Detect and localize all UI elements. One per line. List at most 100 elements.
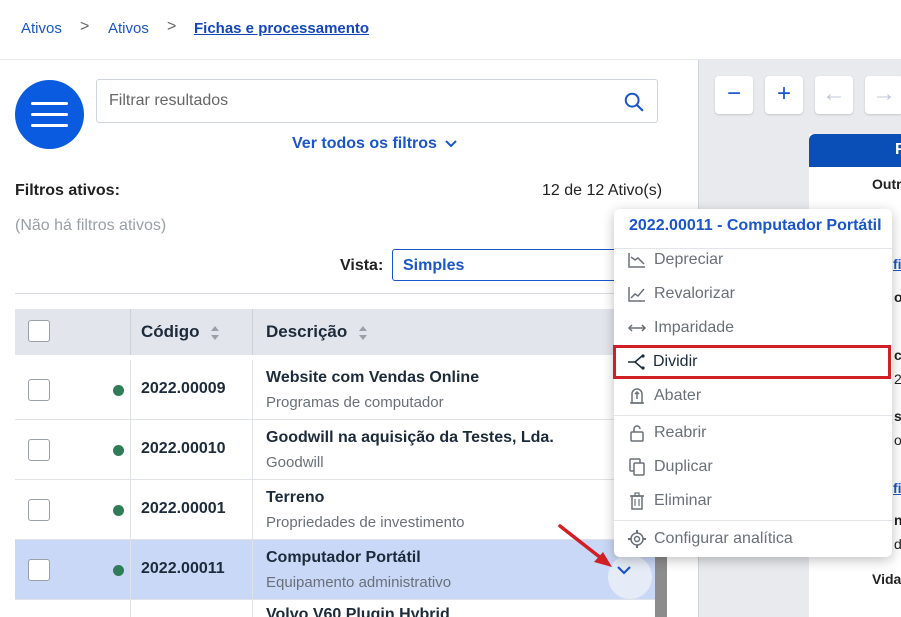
asset-description: Computador Portátil	[266, 549, 421, 566]
column-divider	[130, 360, 131, 419]
menu-item-duplicar[interactable]: Duplicar	[614, 450, 892, 484]
document-text: Outr	[872, 176, 901, 192]
hamburger-line	[31, 124, 68, 127]
row-checkbox[interactable]	[28, 559, 50, 581]
column-divider	[252, 420, 253, 479]
hamburger-menu-button[interactable]	[15, 80, 84, 149]
column-divider	[252, 600, 253, 617]
next-page-button[interactable]: →	[865, 76, 901, 114]
document-text: se	[894, 408, 901, 424]
zoom-out-button[interactable]: −	[715, 76, 753, 114]
trash-icon	[630, 492, 644, 510]
document-text: de	[894, 536, 901, 552]
asset-description: Terreno	[266, 489, 325, 506]
menu-item-label: Abater	[654, 387, 702, 404]
menu-item-eliminar[interactable]: Eliminar	[614, 484, 892, 518]
revalue-chart-icon	[628, 287, 645, 302]
chevron-down-icon	[617, 566, 631, 575]
menu-item-label: Reabrir	[654, 424, 707, 441]
breadcrumb-item-ativos[interactable]: Ativos	[21, 20, 62, 37]
zoom-in-button[interactable]: +	[765, 76, 803, 114]
menu-item-label: Eliminar	[654, 492, 712, 509]
table-row[interactable]: 2022.00009 Website com Vendas Online Pro…	[15, 360, 655, 420]
menu-item-dividir[interactable]: Dividir	[613, 345, 891, 379]
table-row[interactable]: 2022.00010 Goodwill na aquisição da Test…	[15, 420, 655, 480]
column-header-code[interactable]: Código	[141, 322, 220, 342]
asset-code: 2022.00001	[141, 500, 226, 517]
red-arrow-annotation	[558, 524, 612, 567]
search-icon[interactable]	[623, 91, 645, 113]
breadcrumb-separator: >	[167, 18, 177, 35]
document-link[interactable]: fi	[893, 480, 901, 496]
document-link[interactable]: fi	[893, 256, 901, 272]
document-text: o	[894, 432, 901, 448]
column-header-description[interactable]: Descrição	[266, 322, 368, 342]
menu-item-label: Configurar analítica	[654, 530, 793, 547]
column-divider	[130, 600, 131, 617]
duplicate-icon	[629, 458, 645, 476]
column-divider	[252, 480, 253, 539]
breadcrumb-separator: >	[80, 18, 90, 35]
breadcrumb: Ativos > Ativos > Fichas e processamento	[0, 0, 901, 60]
asset-code: 2022.00010	[141, 440, 226, 457]
search-input[interactable]	[109, 90, 609, 112]
unlock-icon	[630, 425, 644, 442]
asset-category: Propriedades de investimento	[266, 514, 465, 531]
status-dot	[113, 505, 124, 516]
no-active-filters-text: (Não há filtros ativos)	[15, 217, 167, 234]
sort-icon[interactable]	[358, 325, 368, 341]
view-label: Vista:	[340, 257, 384, 274]
table-header: Código Descrição	[15, 309, 675, 355]
column-divider	[130, 420, 131, 479]
menu-item-label: Dividir	[653, 353, 698, 370]
double-arrow-icon	[627, 324, 647, 332]
view-select[interactable]: Simples	[392, 249, 632, 281]
column-header-description-label: Descrição	[266, 322, 348, 341]
menu-item-label: Imparidade	[654, 319, 735, 336]
menu-item-label: Revalorizar	[654, 285, 735, 302]
menu-separator	[614, 520, 892, 521]
row-checkbox[interactable]	[28, 499, 50, 521]
document-text: o	[894, 289, 901, 305]
column-divider	[130, 309, 131, 355]
breadcrumb-item-ativos-2[interactable]: Ativos	[108, 20, 149, 37]
asset-description: Volvo V60 Plugin Hybrid	[266, 606, 450, 617]
menu-item-revalorizar[interactable]: Revalorizar	[614, 277, 892, 311]
menu-item-reabrir[interactable]: Reabrir	[614, 416, 892, 450]
menu-item-abater[interactable]: Abater	[614, 379, 892, 413]
view-all-filters-label: Ver todos os filtros	[292, 135, 437, 152]
menu-item-depreciar[interactable]: Depreciar	[614, 243, 892, 277]
search-field[interactable]	[96, 79, 658, 123]
active-filters-label: Filtros ativos:	[15, 182, 120, 199]
menu-item-configurar-analitica[interactable]: Configurar analítica	[614, 522, 892, 556]
select-all-checkbox[interactable]	[28, 320, 50, 342]
hamburger-line	[31, 113, 68, 116]
status-dot	[113, 445, 124, 456]
menu-item-label: Depreciar	[654, 251, 724, 268]
asset-category: Goodwill	[266, 454, 324, 471]
sort-icon[interactable]	[210, 325, 220, 341]
document-header: F	[809, 134, 901, 167]
document-text: 2	[894, 371, 901, 387]
asset-code: 2022.00009	[141, 380, 226, 397]
row-checkbox[interactable]	[28, 439, 50, 461]
split-icon	[628, 354, 645, 370]
status-dot	[113, 385, 124, 396]
gear-icon	[628, 530, 646, 548]
asset-category: Programas de computador	[266, 394, 444, 411]
table-row[interactable]: Volvo V60 Plugin Hybrid	[15, 600, 655, 617]
view-select-value: Simples	[403, 257, 465, 274]
menu-item-imparidade[interactable]: Imparidade	[614, 311, 892, 345]
asset-description: Goodwill na aquisição da Testes, Lda.	[266, 429, 554, 446]
column-divider	[130, 540, 131, 599]
breadcrumb-current[interactable]: Fichas e processamento	[194, 20, 369, 37]
row-checkbox[interactable]	[28, 379, 50, 401]
view-all-filters-link[interactable]: Ver todos os filtros	[292, 135, 458, 153]
column-divider	[252, 309, 253, 355]
column-divider	[130, 480, 131, 539]
previous-page-button[interactable]: ←	[815, 76, 853, 114]
column-divider	[252, 540, 253, 599]
asset-description: Website com Vendas Online	[266, 369, 480, 386]
asset-code: 2022.00011	[141, 560, 225, 577]
chevron-down-icon	[445, 140, 458, 148]
